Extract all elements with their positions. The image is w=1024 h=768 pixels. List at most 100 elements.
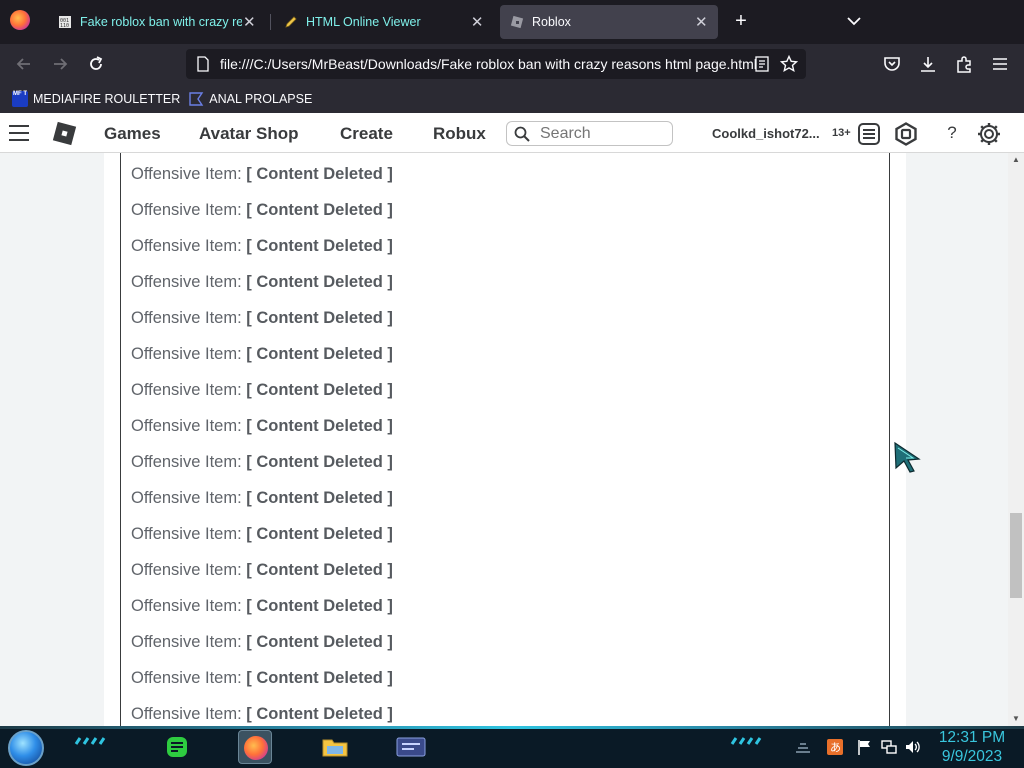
offensive-item-label: Offensive Item: [131, 489, 242, 507]
offensive-item-value: [ Content Deleted ] [246, 309, 393, 327]
reader-view-icon[interactable] [754, 56, 770, 72]
taskbar-app-firefox[interactable] [238, 730, 272, 764]
system-clock[interactable]: 12:31 PM 9/9/2023 [936, 728, 1008, 766]
pocket-icon[interactable] [882, 54, 902, 74]
offensive-item-value: [ Content Deleted ] [246, 165, 393, 183]
bookmark-page-icon [189, 91, 204, 106]
offensive-item-row: Offensive Item: [ Content Deleted ] [131, 417, 393, 436]
tab-fake-roblox-ban[interactable]: 001110 Fake roblox ban with crazy reason… [48, 0, 266, 44]
flag-icon[interactable] [856, 738, 874, 756]
close-tab-icon[interactable]: ✕ [694, 13, 708, 31]
star-bookmark-icon[interactable] [780, 55, 798, 73]
offensive-item-value: [ Content Deleted ] [246, 453, 393, 471]
nav-robux[interactable]: Robux [433, 124, 486, 144]
offensive-item-row: Offensive Item: [ Content Deleted ] [131, 381, 393, 400]
pencil-icon [285, 16, 297, 28]
offensive-item-row: Offensive Item: [ Content Deleted ] [131, 237, 393, 256]
help-icon[interactable]: ? [940, 123, 964, 147]
roblox-favicon-icon [510, 15, 524, 29]
download-icon[interactable] [918, 54, 938, 74]
offensive-item-row: Offensive Item: [ Content Deleted ] [131, 345, 393, 364]
offensive-item-row: Offensive Item: [ Content Deleted ] [131, 309, 393, 328]
svg-text:あ: あ [830, 741, 841, 754]
offensive-item-value: [ Content Deleted ] [246, 201, 393, 219]
firefox-logo-icon[interactable] [10, 10, 30, 30]
taskbar-app-notes[interactable] [160, 730, 194, 764]
offensive-item-value: [ Content Deleted ] [246, 705, 393, 723]
scroll-up-icon[interactable]: ▲ [1011, 155, 1021, 165]
mediafire-icon: MF T [12, 90, 28, 107]
scrollbar-thumb[interactable] [1010, 513, 1022, 598]
bookmark-2[interactable]: ANAL PROLAPSE [188, 91, 312, 107]
address-bar[interactable]: file:///C:/Users/MrBeast/Downloads/Fake … [186, 49, 806, 79]
start-button-icon[interactable] [8, 730, 44, 766]
firefox-icon [244, 736, 268, 760]
bookmark-label: ANAL PROLAPSE [209, 91, 313, 106]
hamburger-menu-icon[interactable] [9, 125, 29, 141]
back-arrow-icon[interactable] [14, 54, 34, 74]
svg-text:110: 110 [60, 23, 69, 29]
bookmark-label: MEDIAFIRE ROULETTER [33, 91, 181, 106]
vertical-scrollbar[interactable]: ▲ ▼ [1008, 153, 1024, 726]
forward-arrow-icon[interactable] [50, 54, 70, 74]
nav-avatar-shop[interactable]: Avatar Shop [199, 124, 299, 144]
clock-date: 9/9/2023 [941, 748, 1003, 765]
offensive-item-row: Offensive Item: [ Content Deleted ] [131, 489, 393, 508]
keyboard-icon[interactable] [794, 738, 812, 756]
taskbar-decoration [730, 737, 762, 745]
tab-separator [270, 14, 271, 30]
offensive-item-label: Offensive Item: [131, 273, 242, 291]
scroll-down-icon[interactable]: ▼ [1011, 714, 1021, 724]
page-content: Offensive Item: [ Content Deleted ] Offen… [0, 153, 1008, 726]
taskbar-app-media[interactable] [394, 730, 428, 764]
offensive-item-row: Offensive Item: [ Content Deleted ] [131, 669, 393, 688]
offensive-item-label: Offensive Item: [131, 525, 242, 543]
close-tab-icon[interactable]: ✕ [242, 13, 256, 31]
browser-nav-bar: file:///C:/Users/MrBeast/Downloads/Fake … [0, 44, 1024, 84]
notifications-list-icon[interactable] [857, 122, 881, 146]
url-text[interactable]: file:///C:/Users/MrBeast/Downloads/Fake … [220, 56, 757, 72]
notes-app-icon [167, 737, 187, 757]
roblox-logo-icon[interactable] [52, 121, 77, 146]
offensive-item-value: [ Content Deleted ] [246, 273, 393, 291]
offensive-item-value: [ Content Deleted ] [246, 237, 393, 255]
offensive-item-label: Offensive Item: [131, 705, 242, 723]
offensive-item-value: [ Content Deleted ] [246, 633, 393, 651]
offensive-item-value: [ Content Deleted ] [246, 525, 393, 543]
tab-label: Roblox [532, 15, 571, 29]
file-icon: 001110 [59, 16, 71, 29]
chevron-down-icon[interactable] [845, 12, 863, 30]
nav-create[interactable]: Create [340, 124, 393, 144]
reload-icon[interactable] [86, 54, 106, 74]
offensive-item-row: Offensive Item: [ Content Deleted ] [131, 633, 393, 652]
offensive-item-value: [ Content Deleted ] [246, 669, 393, 687]
menu-icon[interactable] [990, 54, 1010, 74]
search-icon [514, 126, 530, 142]
gear-icon[interactable] [977, 122, 1001, 146]
nav-games[interactable]: Games [104, 124, 161, 144]
offensive-item-row: Offensive Item: [ Content Deleted ] [131, 201, 393, 220]
robux-icon[interactable] [894, 122, 918, 146]
username-link[interactable]: Coolkd_ishot72... [712, 126, 820, 141]
tab-label: HTML Online Viewer [306, 15, 421, 29]
offensive-item-label: Offensive Item: [131, 453, 242, 471]
taskbar-app-explorer[interactable] [318, 730, 352, 764]
network-icon[interactable] [880, 738, 898, 756]
extensions-icon[interactable] [954, 54, 974, 74]
offensive-item-label: Offensive Item: [131, 345, 242, 363]
tab-roblox[interactable]: Roblox ✕ [500, 5, 718, 39]
search-box[interactable] [506, 121, 673, 146]
offensive-item-label: Offensive Item: [131, 633, 242, 651]
taskbar: あ 12:31 PM 9/9/2023 [0, 726, 1024, 768]
offensive-item-value: [ Content Deleted ] [246, 381, 393, 399]
new-tab-button[interactable]: + [730, 10, 752, 32]
offensive-item-row: Offensive Item: [ Content Deleted ] [131, 453, 393, 472]
tab-html-online-viewer[interactable]: HTML Online Viewer ✕ [274, 0, 494, 44]
search-input[interactable] [540, 124, 660, 143]
close-tab-icon[interactable]: ✕ [470, 13, 484, 31]
bookmark-mediafire[interactable]: MF T MEDIAFIRE ROULETTER [12, 90, 181, 107]
age-badge: 13+ [832, 127, 851, 139]
language-icon[interactable]: あ [826, 738, 844, 756]
offensive-item-label: Offensive Item: [131, 165, 242, 183]
volume-icon[interactable] [904, 738, 922, 756]
